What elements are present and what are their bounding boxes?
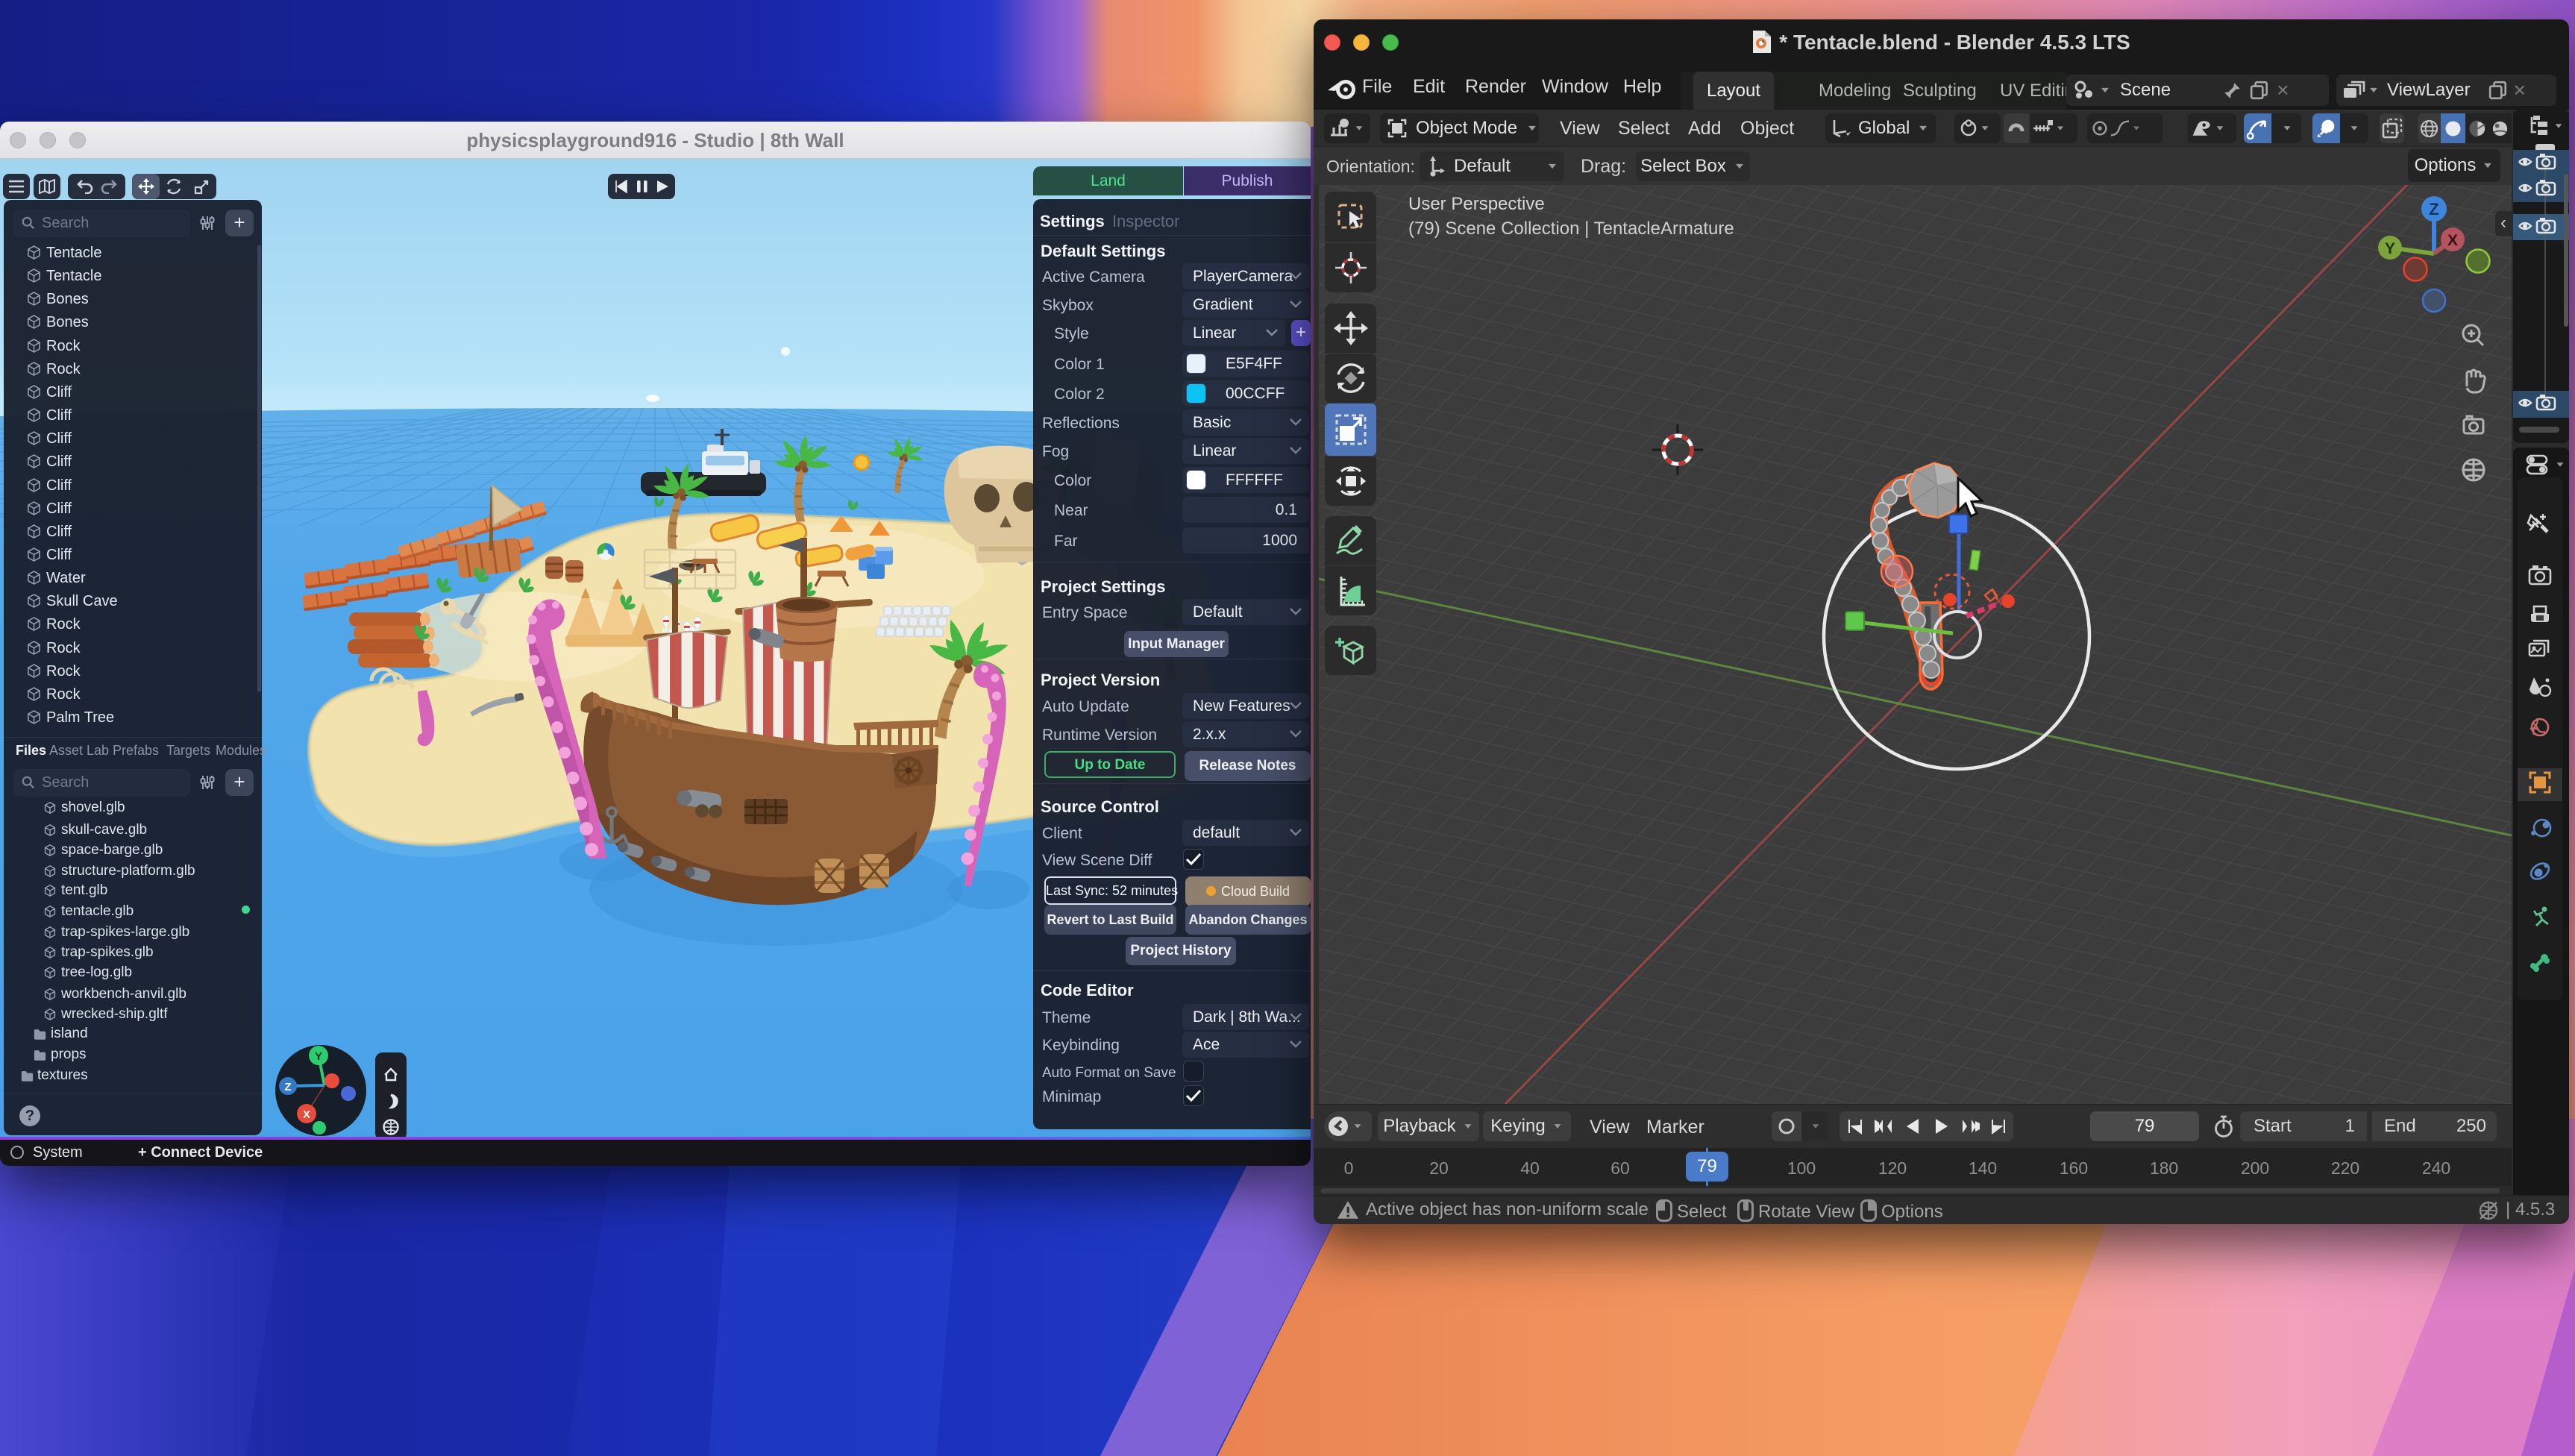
svg-text:Y: Y <box>2385 240 2395 257</box>
svg-text:Z: Z <box>2429 200 2438 219</box>
svg-text:X: X <box>303 1108 310 1121</box>
svg-text:Y: Y <box>315 1050 322 1063</box>
svg-text:Z: Z <box>284 1081 291 1093</box>
svg-text:X: X <box>2447 232 2458 249</box>
